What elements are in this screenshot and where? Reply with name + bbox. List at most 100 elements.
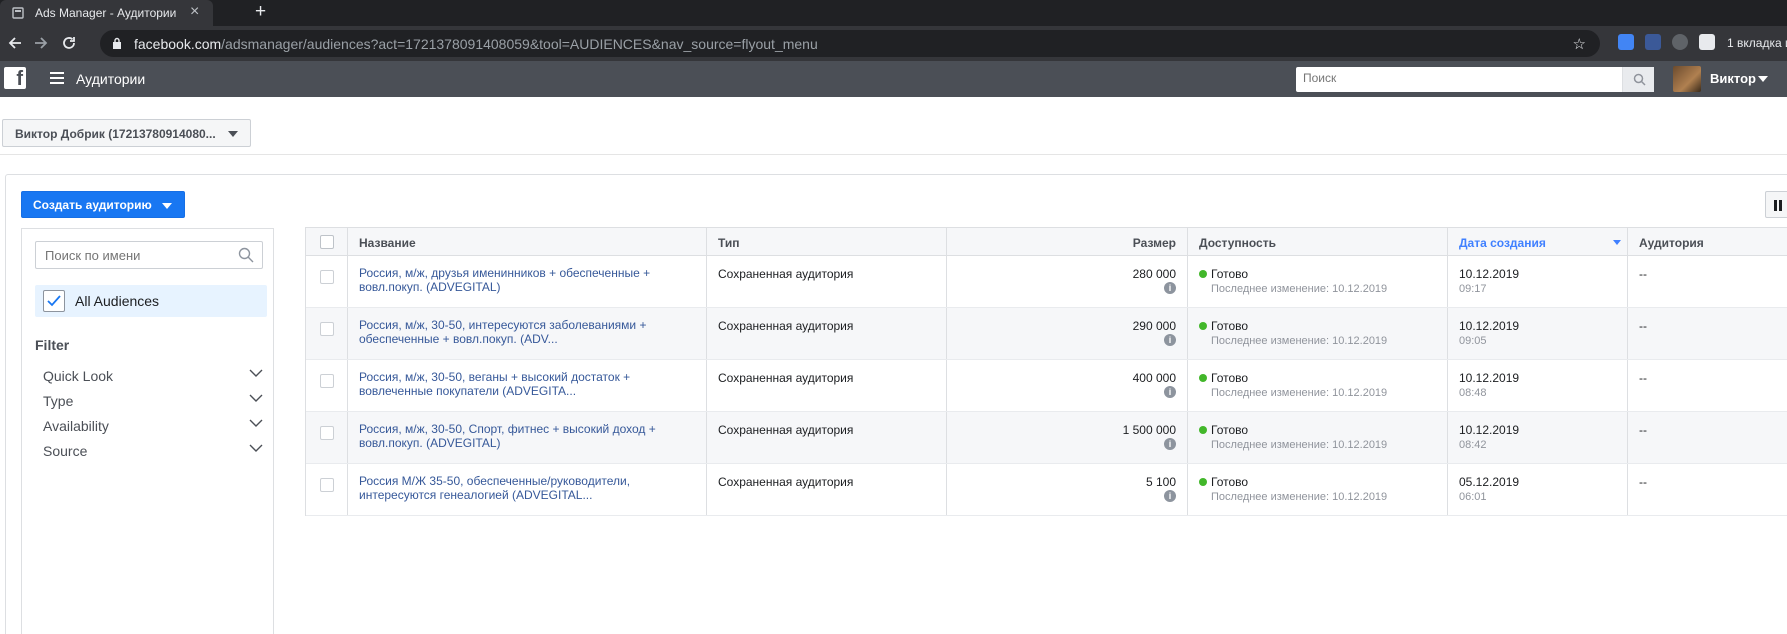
extension-icon[interactable] <box>1645 34 1661 50</box>
search-icon <box>1633 73 1646 86</box>
extension-icon[interactable] <box>1672 34 1688 50</box>
sort-desc-icon <box>1613 240 1621 245</box>
chevron-down-icon[interactable] <box>1758 76 1768 82</box>
user-name[interactable]: Виктор <box>1710 71 1756 86</box>
name-search-input[interactable] <box>45 248 225 263</box>
row-checkbox[interactable] <box>320 322 334 336</box>
created-date: 10.12.2019 <box>1459 423 1520 437</box>
audience-value: -- <box>1639 267 1647 281</box>
row-checkbox[interactable] <box>320 478 334 492</box>
column-audience[interactable]: Аудитория <box>1628 228 1787 255</box>
columns-button[interactable] <box>1765 191 1787 218</box>
audience-name-link[interactable]: Россия, м/ж, 30-50, веганы + высокий дос… <box>359 370 664 398</box>
close-tab-icon[interactable]: × <box>190 3 199 21</box>
info-icon[interactable]: i <box>1164 438 1176 450</box>
new-tab-icon[interactable]: + <box>255 1 266 23</box>
created-time: 08:48 <box>1459 387 1487 399</box>
audience-name-link[interactable]: Россия, м/ж, друзья именинников + обеспе… <box>359 266 664 294</box>
tabs-count-label[interactable]: 1 вкладка и <box>1727 36 1787 50</box>
column-type[interactable]: Тип <box>707 228 947 255</box>
column-size[interactable]: Размер <box>947 228 1188 255</box>
table-row[interactable]: Россия, м/ж, 30-50, веганы + высокий дос… <box>306 360 1787 412</box>
menu-icon[interactable] <box>50 72 64 84</box>
all-audiences-item[interactable]: All Audiences <box>35 285 267 317</box>
reload-icon[interactable] <box>60 34 78 52</box>
url-text: facebook.com/adsmanager/audiences?act=17… <box>134 36 818 52</box>
tab-title: Ads Manager - Аудитории <box>35 6 177 20</box>
account-label: Виктор Добрик (17213780914080... <box>15 127 216 141</box>
divider <box>0 154 1787 155</box>
info-icon[interactable]: i <box>1164 334 1176 346</box>
audience-name-link[interactable]: Россия, м/ж, 30-50, интересуются заболев… <box>359 318 664 346</box>
filter-sidebar: All Audiences Filter Quick Look Type Ava… <box>21 228 274 634</box>
page-icon <box>12 7 24 19</box>
filter-type[interactable]: Type <box>43 390 263 414</box>
created-date: 10.12.2019 <box>1459 371 1520 385</box>
table-row[interactable]: Россия, м/ж, 30-50, интересуются заболев… <box>306 308 1787 360</box>
table-header: Название Тип Размер Доступность Дата соз… <box>306 228 1787 256</box>
row-checkbox[interactable] <box>320 270 334 284</box>
audience-type: Сохраненная аудитория <box>718 423 854 437</box>
browser-tab-strip: Ads Manager - Аудитории × + <box>0 0 1787 26</box>
select-all-checkbox[interactable] <box>320 235 334 249</box>
audience-size: 1 500 000 <box>1122 423 1176 437</box>
column-availability[interactable]: Доступность <box>1188 228 1448 255</box>
created-time: 06:01 <box>1459 491 1487 503</box>
fb-search-input[interactable] <box>1303 71 1603 85</box>
status-badge: Готово <box>1211 319 1249 333</box>
created-date: 05.12.2019 <box>1459 475 1520 489</box>
filter-source[interactable]: Source <box>43 440 263 464</box>
pause-icon <box>1774 200 1777 211</box>
last-change: Последнее изменение: 10.12.2019 <box>1211 491 1388 503</box>
table-row[interactable]: Россия, м/ж, 30-50, Спорт, фитнес + высо… <box>306 412 1787 464</box>
filter-availability[interactable]: Availability <box>43 415 263 439</box>
audience-value: -- <box>1639 423 1647 437</box>
chevron-down-icon <box>249 419 263 427</box>
last-change: Последнее изменение: 10.12.2019 <box>1211 283 1388 295</box>
info-extension-icon[interactable] <box>1699 34 1715 50</box>
table-row[interactable]: Россия М/Ж 35-50, обеспеченные/руководит… <box>306 464 1787 516</box>
status-badge: Готово <box>1211 371 1249 385</box>
create-audience-button[interactable]: Создать аудиторию <box>21 191 185 218</box>
name-search <box>35 241 263 269</box>
search-button[interactable] <box>1622 67 1654 92</box>
audience-value: -- <box>1639 475 1647 489</box>
info-icon[interactable]: i <box>1164 386 1176 398</box>
address-bar[interactable]: facebook.com/adsmanager/audiences?act=17… <box>100 30 1600 57</box>
fb-header: f Аудитории Виктор <box>0 61 1787 97</box>
created-time: 08:42 <box>1459 439 1487 451</box>
fb-search <box>1296 67 1654 92</box>
avatar[interactable] <box>1673 66 1701 92</box>
column-created[interactable]: Дата создания <box>1448 228 1628 255</box>
filter-title: Filter <box>35 337 70 353</box>
chevron-down-icon <box>249 394 263 402</box>
audience-size: 290 000 <box>1132 319 1176 333</box>
browser-tab[interactable]: Ads Manager - Аудитории × <box>0 0 213 26</box>
status-dot <box>1199 426 1207 434</box>
info-icon[interactable]: i <box>1164 282 1176 294</box>
status-dot <box>1199 374 1207 382</box>
status-dot <box>1199 322 1207 330</box>
row-checkbox[interactable] <box>320 426 334 440</box>
chevron-down-icon <box>162 203 172 209</box>
audience-name-link[interactable]: Россия М/Ж 35-50, обеспеченные/руководит… <box>359 474 664 502</box>
info-icon[interactable]: i <box>1164 490 1176 502</box>
forward-icon[interactable] <box>32 34 50 52</box>
audience-value: -- <box>1639 371 1647 385</box>
bookmark-star-icon[interactable]: ☆ <box>1573 35 1586 53</box>
filter-quick-look[interactable]: Quick Look <box>43 365 263 389</box>
chevron-down-icon <box>249 444 263 452</box>
audience-type: Сохраненная аудитория <box>718 319 854 333</box>
back-icon[interactable] <box>6 34 24 52</box>
checkbox[interactable] <box>43 290 65 312</box>
translate-extension-icon[interactable] <box>1618 34 1634 50</box>
audience-size: 400 000 <box>1132 371 1176 385</box>
audience-size: 5 100 <box>1145 475 1176 489</box>
account-selector[interactable]: Виктор Добрик (17213780914080... <box>2 119 251 147</box>
last-change: Последнее изменение: 10.12.2019 <box>1211 439 1388 451</box>
column-name[interactable]: Название <box>348 228 707 255</box>
audience-name-link[interactable]: Россия, м/ж, 30-50, Спорт, фитнес + высо… <box>359 422 664 450</box>
table-row[interactable]: Россия, м/ж, друзья именинников + обеспе… <box>306 256 1787 308</box>
facebook-logo-icon[interactable]: f <box>4 67 26 89</box>
row-checkbox[interactable] <box>320 374 334 388</box>
